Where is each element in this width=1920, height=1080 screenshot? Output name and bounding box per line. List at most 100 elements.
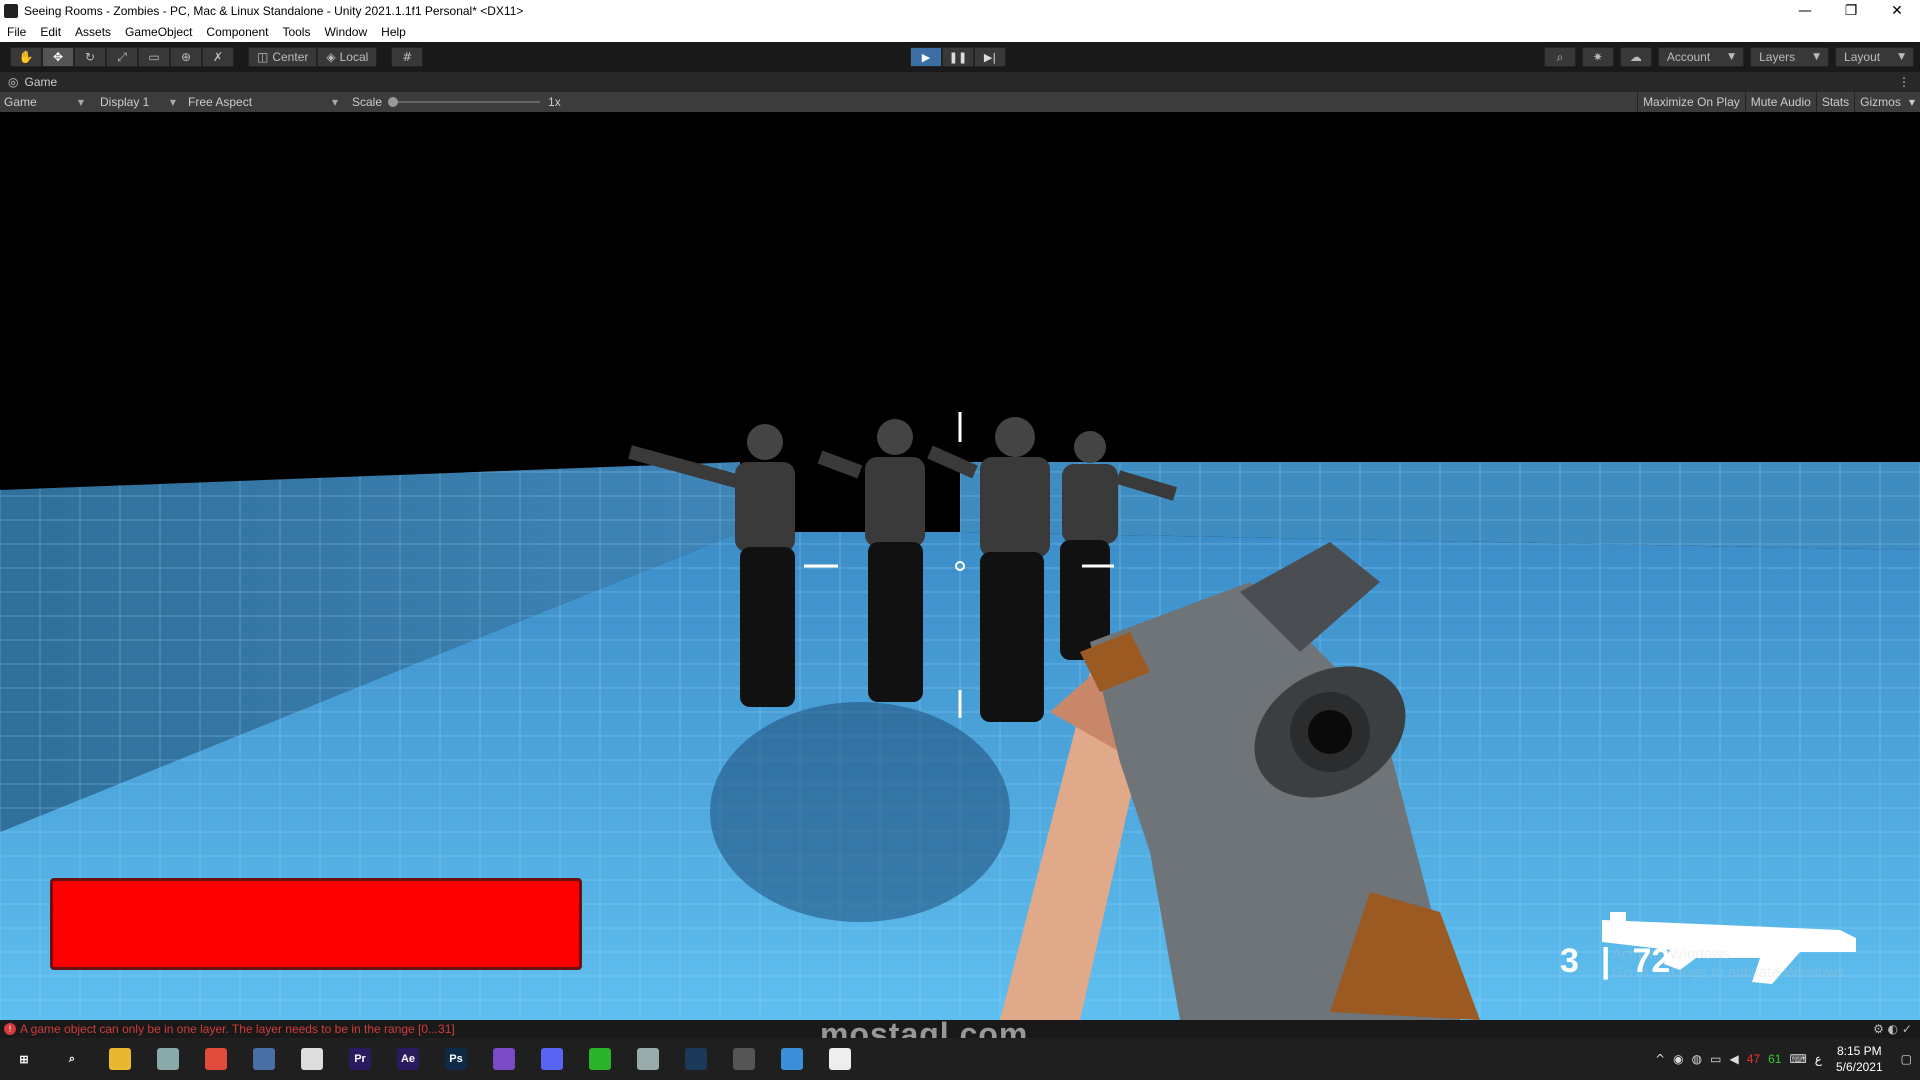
menu-window[interactable]: Window	[317, 25, 374, 39]
app-icon-2[interactable]	[624, 1038, 672, 1080]
start-icon[interactable]: ⊞	[0, 1038, 48, 1080]
ammo-counter: 3 | 72	[1560, 942, 1670, 981]
gizmos-toggle[interactable]: Gizmos ▼	[1854, 92, 1920, 112]
calculator-icon-glyph	[253, 1048, 275, 1070]
unity-hub-icon[interactable]	[288, 1038, 336, 1080]
custom-tool-icon[interactable]: ✗	[202, 47, 234, 67]
app-icon-glyph	[157, 1048, 179, 1070]
photoshop-icon-glyph: Ps	[445, 1048, 467, 1070]
chrome-icon[interactable]	[192, 1038, 240, 1080]
step-button[interactable]: ▶|	[974, 47, 1006, 67]
keyboard-icon[interactable]: ⌨	[1789, 1052, 1806, 1066]
pause-button[interactable]: ❚❚	[942, 47, 974, 67]
green-app-icon-glyph	[589, 1048, 611, 1070]
cpu-temp: 47	[1746, 1052, 1761, 1066]
unity-hub-icon-glyph	[301, 1048, 323, 1070]
services-icon[interactable]: ✷	[1581, 47, 1614, 67]
after-effects-icon[interactable]: Ae	[384, 1038, 432, 1080]
chevron-up-icon[interactable]: ^	[1655, 1052, 1665, 1066]
menu-bar: File Edit Assets GameObject Component To…	[0, 22, 1920, 42]
chevron-down-icon: ▼	[1908, 97, 1915, 107]
minimize-button[interactable]: —	[1782, 0, 1828, 22]
pivot-group: ◫ Center ◈ Local	[248, 47, 378, 67]
photos-icon-glyph	[781, 1048, 803, 1070]
play-controls: ▶ ❚❚ ▶|	[910, 47, 1006, 67]
hand-icon[interactable]: ✋	[10, 47, 42, 67]
menu-tools[interactable]: Tools	[275, 25, 317, 39]
steam-tray-icon[interactable]: ◉	[1673, 1052, 1683, 1066]
view-select-dropdown[interactable]: Game ▼	[0, 92, 88, 112]
close-button[interactable]: ✕	[1874, 0, 1920, 22]
layout-dropdown[interactable]: Layout ▼	[1835, 47, 1914, 67]
unity-icon[interactable]	[816, 1038, 864, 1080]
more-options-icon[interactable]: ⋮	[1898, 75, 1910, 89]
mute-audio-toggle[interactable]: Mute Audio	[1744, 92, 1816, 112]
ammo-clip: 3	[1560, 942, 1579, 980]
maximize-on-play-toggle[interactable]: Maximize On Play	[1637, 92, 1745, 112]
pivot-local-button[interactable]: ◈ Local	[317, 47, 378, 67]
cloud-icon[interactable]: ☁	[1619, 47, 1652, 67]
windows-taskbar: ⊞ ⌕ Pr Ae Ps ^ ◉ ◍ ▭ ◀ 47 61 ⌨ ع 8:15 PM 5/6…	[0, 1038, 1920, 1080]
transform-icon[interactable]: ⊕	[170, 47, 202, 67]
pivot-center-button[interactable]: ◫ Center	[248, 47, 318, 67]
calculator-icon[interactable]	[240, 1038, 288, 1080]
network-icon[interactable]: ▭	[1710, 1052, 1721, 1066]
account-label: Account	[1666, 50, 1711, 64]
premiere-icon[interactable]: Pr	[336, 1038, 384, 1080]
menu-file[interactable]: File	[0, 25, 33, 39]
pivot-local-label: Local	[339, 50, 369, 64]
rect-icon[interactable]: ▭	[138, 47, 170, 67]
health-bar	[50, 878, 582, 970]
notification-icon[interactable]: ▢	[1901, 1052, 1912, 1066]
input-language[interactable]: ع	[1815, 1052, 1822, 1066]
discord-icon[interactable]	[528, 1038, 576, 1080]
scale-slider-knob[interactable]	[388, 97, 399, 107]
play-button[interactable]: ▶	[910, 47, 942, 67]
photos-icon[interactable]	[768, 1038, 816, 1080]
layers-dropdown[interactable]: Layers ▼	[1750, 47, 1830, 67]
game-viewport[interactable]: Activate Windows Go to Settings to activ…	[0, 112, 1920, 1020]
menu-help[interactable]: Help	[374, 25, 413, 39]
search-icon[interactable]: ⌕	[48, 1038, 96, 1080]
layout-label: Layout	[1844, 50, 1881, 64]
display-dropdown[interactable]: Display 1 ▼	[96, 92, 180, 112]
window-titlebar: Seeing Rooms - Zombies - PC, Mac & Linux…	[0, 0, 1920, 22]
aspect-dropdown[interactable]: Free Aspect ▼	[184, 92, 342, 112]
volume-icon[interactable]: ◀	[1729, 1052, 1738, 1066]
visual-studio-icon[interactable]	[480, 1038, 528, 1080]
taskbar-apps: ⊞ ⌕ Pr Ae Ps	[0, 1038, 864, 1080]
grid-snap-icon[interactable]: #	[391, 47, 424, 67]
restore-button[interactable]: ❐	[1828, 0, 1874, 22]
rotate-icon[interactable]: ↻	[74, 47, 106, 67]
menu-edit[interactable]: Edit	[33, 25, 68, 39]
photoshop-icon[interactable]: Ps	[432, 1038, 480, 1080]
clapper-icon[interactable]	[720, 1038, 768, 1080]
scale-label: Scale	[352, 95, 383, 109]
steam-icon[interactable]	[672, 1038, 720, 1080]
clock[interactable]: 8:15 PM 5/6/2021	[1836, 1043, 1883, 1075]
file-explorer-icon-glyph	[109, 1048, 131, 1070]
start-icon-glyph: ⊞	[13, 1048, 35, 1070]
scale-icon[interactable]: ⤢	[106, 47, 138, 67]
gizmos-label: Gizmos	[1860, 95, 1901, 109]
file-explorer-icon[interactable]	[96, 1038, 144, 1080]
clapper-icon-glyph	[733, 1048, 755, 1070]
menu-assets[interactable]: Assets	[68, 25, 118, 39]
discord-tray-icon[interactable]: ◍	[1692, 1052, 1702, 1066]
tab-game[interactable]: Game	[24, 75, 57, 89]
account-dropdown[interactable]: Account ▼	[1657, 47, 1745, 67]
visual-studio-icon-glyph	[493, 1048, 515, 1070]
chevron-down-icon: ▼	[1813, 52, 1821, 62]
search-icon-glyph: ⌕	[61, 1048, 83, 1070]
chevron-down-icon: ▼	[1728, 52, 1736, 62]
menu-gameobject[interactable]: GameObject	[118, 25, 199, 39]
green-app-icon[interactable]	[576, 1038, 624, 1080]
app-icon[interactable]	[144, 1038, 192, 1080]
search-icon[interactable]: ⌕	[1543, 47, 1576, 67]
stats-toggle[interactable]: Stats	[1815, 92, 1854, 112]
status-indicators[interactable]: ⚙ ◐ ✓	[1873, 1022, 1912, 1036]
toolbar-right: ⌕ ✷ ☁ Account ▼ Layers ▼ Layout ▼	[1543, 47, 1914, 67]
scale-slider[interactable]	[388, 97, 541, 107]
move-icon[interactable]: ✥	[42, 47, 74, 67]
menu-component[interactable]: Component	[199, 25, 275, 39]
